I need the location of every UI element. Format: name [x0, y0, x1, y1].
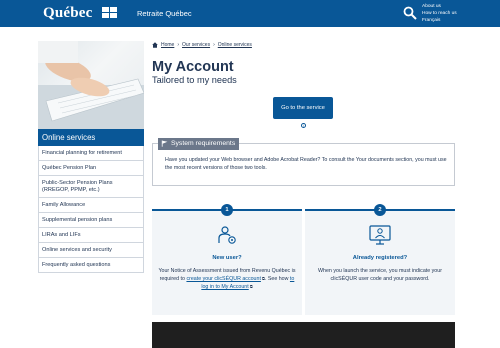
registered-heading: Already registered? [352, 255, 408, 261]
new-user-text: Your Notice of Assessment issued from Re… [158, 268, 296, 290]
flag-icon [161, 140, 168, 147]
step-number: 1 [221, 204, 233, 216]
external-link-icon: ⧉ [248, 284, 253, 289]
quebec-logo[interactable]: Québec [43, 5, 93, 22]
header-links: About us How to reach us Français [422, 3, 457, 24]
about-us-link[interactable]: About us [422, 3, 457, 10]
registered-user-card: 2 Already registered? When you launch th… [305, 204, 455, 315]
home-icon [152, 42, 158, 48]
keyboard-photo [38, 41, 144, 129]
new-user-icon [218, 226, 236, 244]
sidebar-item-pension-plan[interactable]: Québec Pension Plan [39, 160, 143, 175]
sidebar-item-faq[interactable]: Frequently asked questions [39, 257, 143, 272]
breadcrumb-home[interactable]: Home [161, 42, 174, 48]
sidebar-menu: Financial planning for retirement Québec… [38, 146, 144, 273]
language-link[interactable]: Français [422, 17, 457, 24]
sidebar-item-liras[interactable]: LIRAs and LIFs [39, 227, 143, 242]
search-icon[interactable] [403, 6, 417, 20]
create-account-link[interactable]: create your clicSÉQUR account [186, 276, 260, 282]
dark-footer-band [152, 322, 455, 348]
registered-text: When you launch the service, you must in… [318, 268, 442, 282]
page-subtitle: Tailored to my needs [152, 75, 237, 85]
sidebar-item-supplemental[interactable]: Supplemental pension plans [39, 212, 143, 227]
fleur-de-lis-flag-icon [102, 7, 118, 19]
sidebar-title[interactable]: Online services [38, 129, 144, 146]
chevron-right-icon: › [213, 42, 215, 48]
step-number: 2 [374, 204, 386, 216]
sidebar-item-family-allowance[interactable]: Family Allowance [39, 197, 143, 212]
sidebar-item-public-sector[interactable]: Public-Sector Pension Plans (RREGOP, PPM… [39, 175, 143, 197]
org-name[interactable]: Retraite Québec [137, 9, 192, 18]
computer-user-icon [369, 225, 391, 245]
sidebar-item-security[interactable]: Online services and security [39, 242, 143, 257]
page-title: My Account [152, 59, 234, 75]
new-user-card: 1 New user? Your Notice of Assessment is… [152, 204, 302, 315]
new-user-heading: New user? [212, 255, 242, 261]
breadcrumb: Home › Our services › Online services [152, 42, 252, 48]
system-requirements-heading: System requirements [171, 140, 236, 147]
breadcrumb-online-services[interactable]: Online services [218, 42, 252, 48]
site-header: Québec Retraite Québec About us How to r… [0, 0, 500, 27]
system-requirements-label: System requirements [158, 138, 240, 150]
sidebar-item-financial-planning[interactable]: Financial planning for retirement [39, 146, 143, 160]
chevron-right-icon: › [177, 42, 180, 48]
info-icon[interactable]: i [301, 123, 306, 128]
system-requirements-text: Have you updated your Web browser and Ad… [165, 157, 447, 171]
breadcrumb-our-services[interactable]: Our services [182, 42, 210, 48]
contact-link[interactable]: How to reach us [422, 10, 457, 17]
go-to-service-button[interactable]: Go to the service [273, 97, 333, 119]
